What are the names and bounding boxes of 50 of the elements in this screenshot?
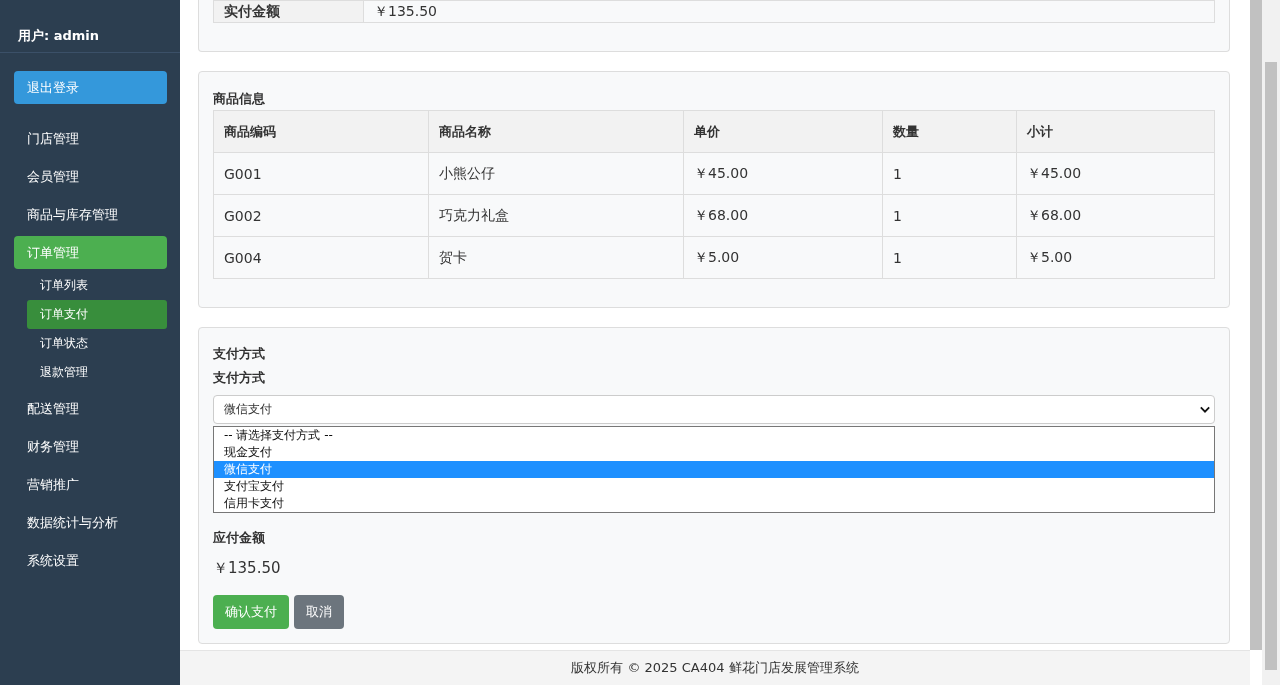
dropdown-option[interactable]: 现金支付 <box>214 444 1214 461</box>
table-cell: 贺卡 <box>428 236 684 279</box>
amount-value: ￥135.50 <box>213 559 282 578</box>
section-title: 商品信息 <box>213 90 266 108</box>
table-cell: 小熊公仔 <box>428 152 684 195</box>
dropdown-option[interactable]: 支付宝支付 <box>214 478 1214 495</box>
scrollbar-thumb[interactable] <box>1250 0 1262 650</box>
column-header: 商品名称 <box>428 110 684 153</box>
dropdown-option[interactable]: -- 请选择支付方式 -- <box>214 427 1214 444</box>
cancel-button[interactable]: 取消 <box>294 595 344 629</box>
table-cell: ￥5.00 <box>683 236 883 279</box>
column-header: 小计 <box>1016 110 1215 153</box>
nav-item[interactable]: 营销推广 <box>14 468 167 501</box>
table-cell: ￥5.00 <box>1016 236 1215 279</box>
table-cell: ￥45.00 <box>1016 152 1215 195</box>
column-header: 商品编码 <box>213 110 429 153</box>
column-header: 单价 <box>683 110 883 153</box>
table-cell: ￥45.00 <box>683 152 883 195</box>
nav-item[interactable]: 门店管理 <box>14 122 167 155</box>
user-name: 用户: admin <box>18 28 100 43</box>
dropdown-option[interactable]: 信用卡支付 <box>214 495 1214 512</box>
field-label: 应付金额 <box>213 529 266 547</box>
nav-item[interactable]: 会员管理 <box>14 160 167 193</box>
nav-item[interactable]: 商品与库存管理 <box>14 198 167 231</box>
table-cell: G001 <box>213 152 429 195</box>
table-cell: G002 <box>213 194 429 237</box>
chevron-down-icon <box>1200 406 1210 413</box>
nav-item[interactable]: 财务管理 <box>14 430 167 463</box>
table-header-cell: 实付金额 <box>213 0 364 23</box>
nav-item[interactable]: 系统设置 <box>14 544 167 577</box>
table-cell: 1 <box>882 194 1017 237</box>
table-cell: 1 <box>882 236 1017 279</box>
table-cell: ￥135.50 <box>363 0 1215 23</box>
table-cell: 1 <box>882 152 1017 195</box>
table-cell: ￥68.00 <box>683 194 883 237</box>
field-label: 支付方式 <box>213 369 266 387</box>
table-cell: G004 <box>213 236 429 279</box>
nav-subitem[interactable]: 订单状态 <box>27 329 167 358</box>
nav-item[interactable]: 数据统计与分析 <box>14 506 167 539</box>
nav-item[interactable]: 配送管理 <box>14 392 167 425</box>
nav-subitem[interactable]: 退款管理 <box>27 358 167 387</box>
footer-text: 版权所有 © 2025 CA404 鲜花门店发展管理系统 <box>571 659 859 677</box>
scrollbar-thumb[interactable] <box>1265 62 1277 670</box>
nav-subitem[interactable]: 订单列表 <box>27 271 167 300</box>
column-header: 数量 <box>882 110 1017 153</box>
payment-select[interactable]: 微信支付 <box>213 395 1215 424</box>
nav-subitem[interactable]: 订单支付 <box>27 300 167 329</box>
section-title: 支付方式 <box>213 345 266 363</box>
table-cell: ￥68.00 <box>1016 194 1215 237</box>
table-cell: 巧克力礼盒 <box>428 194 684 237</box>
